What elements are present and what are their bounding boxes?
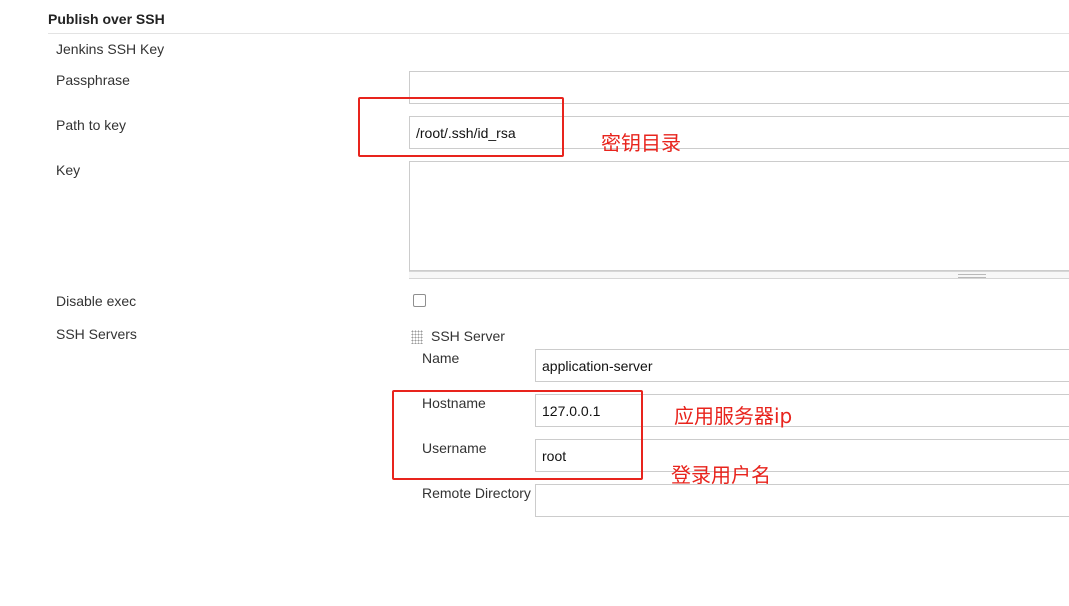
passphrase-label: Passphrase [56, 72, 130, 88]
annotation-key-dir: 密钥目录 [601, 131, 681, 155]
annotation-login-user: 登录用户名 [671, 463, 771, 487]
server-name-input[interactable]: application-server [535, 349, 1069, 382]
section-title: Publish over SSH [48, 11, 165, 27]
remote-directory-input[interactable] [535, 484, 1069, 517]
disable-exec-checkbox[interactable] [413, 294, 426, 307]
resize-grip-icon[interactable] [958, 274, 986, 278]
ssh-server-header: SSH Server [431, 328, 505, 344]
section-divider [48, 33, 1069, 34]
annotation-box-host-user [392, 390, 643, 480]
server-name-label: Name [422, 350, 460, 366]
ssh-key-subheading: Jenkins SSH Key [56, 41, 165, 57]
path-to-key-label: Path to key [56, 117, 127, 133]
disable-exec-label: Disable exec [56, 293, 137, 309]
drag-handle-icon[interactable] [411, 330, 423, 344]
remote-directory-label: Remote Directory [422, 485, 531, 501]
annotation-app-server-ip: 应用服务器ip [674, 404, 793, 428]
key-label: Key [56, 162, 81, 178]
key-textarea[interactable] [409, 161, 1069, 271]
ssh-servers-label: SSH Servers [56, 326, 137, 342]
annotation-box-path [358, 97, 564, 157]
